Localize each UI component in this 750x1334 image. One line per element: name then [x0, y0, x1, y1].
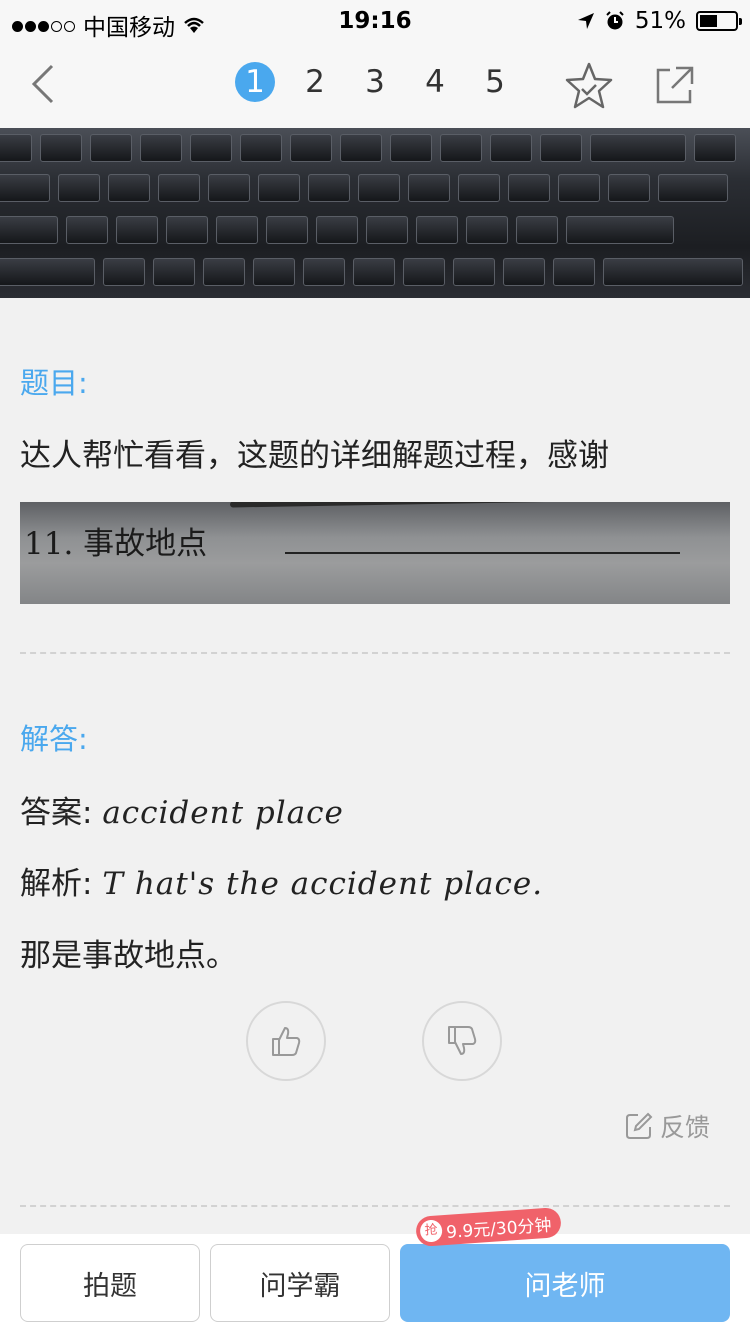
location-arrow-icon	[577, 13, 594, 29]
bottom-bar: 拍题 问学霸 问老师	[0, 1234, 750, 1334]
favorite-star-icon[interactable]	[563, 60, 615, 112]
thumbs-down-icon	[448, 1026, 477, 1055]
battery-icon	[696, 11, 742, 31]
feedback-label: 反馈	[659, 1113, 710, 1142]
keyboard-row	[0, 174, 728, 204]
photo-scrawl	[229, 502, 631, 508]
ask-teacher-button[interactable]: 问老师	[400, 1244, 730, 1322]
battery-percent: 51%	[634, 8, 686, 34]
page-tabs: 1 2 3 4 5	[235, 62, 515, 102]
keyboard-photo	[0, 128, 750, 298]
question-label: 题目:	[20, 366, 88, 400]
question-photo-text: 11. 事故地点	[24, 526, 208, 562]
thumbs-up-button[interactable]	[246, 1001, 326, 1081]
answer-line: 答案: accident place	[20, 787, 344, 832]
page-tab-1[interactable]: 1	[235, 62, 275, 102]
page-tab-3[interactable]: 3	[355, 62, 395, 102]
battery-fill	[700, 15, 717, 27]
answer-math: accident place	[102, 795, 344, 831]
answer-label: 解答:	[20, 722, 88, 756]
page-tab-5[interactable]: 5	[475, 62, 515, 102]
alarm-icon	[606, 11, 624, 30]
page-tab-2[interactable]: 2	[295, 62, 335, 102]
promo-grab-icon: 抢	[419, 1219, 443, 1243]
analysis-math: T hat's the accident place.	[102, 866, 544, 902]
ask-top-student-button[interactable]: 问学霸	[210, 1244, 390, 1322]
nav-bar: 1 2 3 4 5	[0, 42, 750, 129]
question-text: 达人帮忙看看，这题的详细解题过程，感谢	[20, 438, 609, 474]
analysis-prefix: 解析:	[20, 866, 93, 902]
section-divider	[20, 652, 730, 654]
status-bar: 中国移动 19:16 51%	[0, 0, 750, 42]
keyboard-row	[0, 216, 674, 246]
page-tab-4[interactable]: 4	[415, 62, 455, 102]
thumbs-up-icon	[272, 1027, 301, 1056]
promo-text: 9.9元/30分钟	[445, 1215, 553, 1243]
translation-text: 那是事故地点。	[20, 938, 237, 974]
feedback-link[interactable]: 反馈	[624, 1108, 710, 1144]
section-divider	[20, 1205, 730, 1207]
answer-prefix: 答案:	[20, 795, 93, 831]
photo-question-button[interactable]: 拍题	[20, 1244, 200, 1322]
edit-icon	[625, 1112, 653, 1139]
answer-blank-line	[285, 552, 680, 554]
analysis-line: 解析: T hat's the accident place.	[20, 858, 543, 903]
back-arrow-icon[interactable]	[26, 62, 66, 106]
thumbs-down-button[interactable]	[422, 1001, 502, 1081]
keyboard-row	[0, 258, 743, 288]
share-icon[interactable]	[652, 64, 696, 108]
question-photo: 11. 事故地点	[20, 502, 730, 604]
status-right: 51%	[577, 8, 742, 34]
keyboard-row	[0, 134, 736, 164]
